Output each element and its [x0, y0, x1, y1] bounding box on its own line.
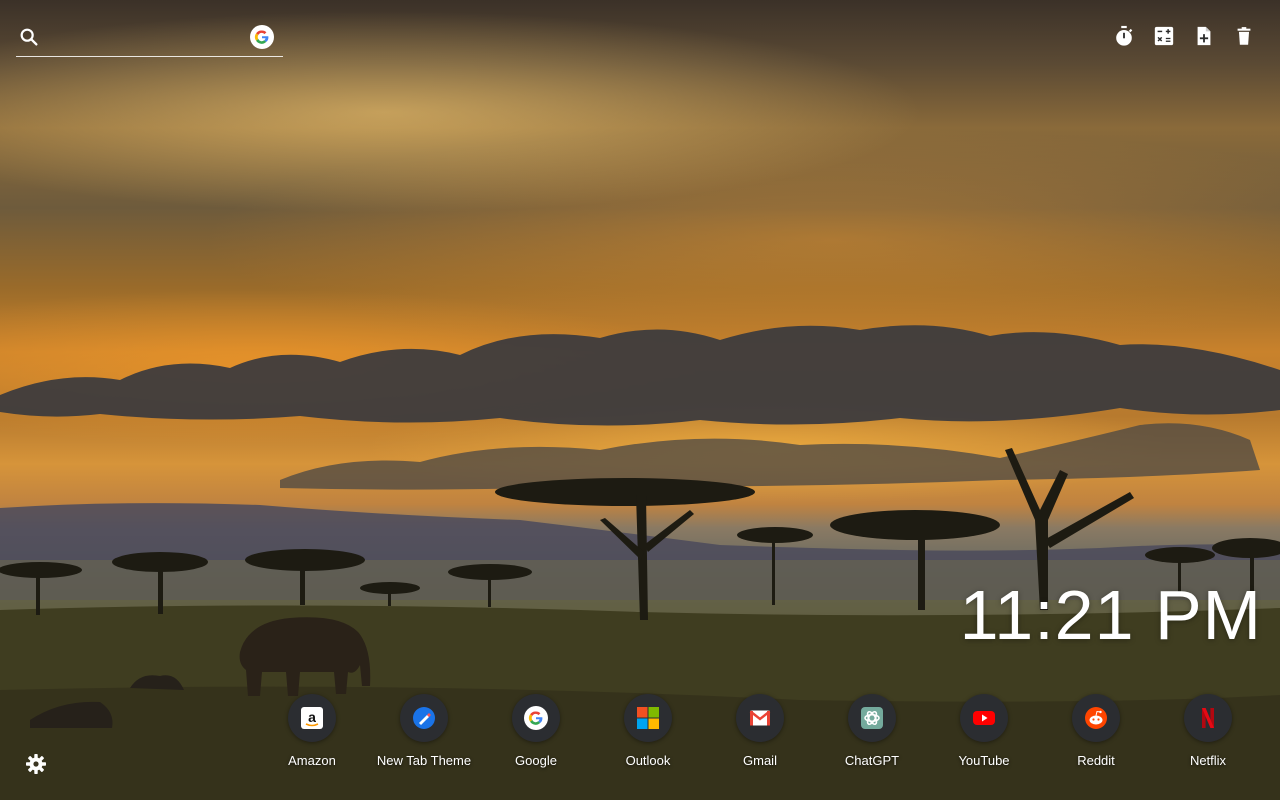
shortcut-icon-circle	[1184, 694, 1232, 742]
shortcut-gmail[interactable]: Gmail	[704, 694, 816, 768]
calculator-button[interactable]	[1152, 24, 1176, 48]
amazon-icon: a	[301, 707, 323, 729]
microsoft-icon	[637, 707, 659, 729]
shortcut-youtube[interactable]: YouTube	[928, 694, 1040, 768]
calculator-icon	[1154, 26, 1174, 46]
shortcut-label: Google	[515, 753, 557, 768]
google-g-icon[interactable]	[250, 25, 274, 49]
search-bar[interactable]	[16, 20, 283, 57]
shortcut-label: ChatGPT	[844, 753, 900, 768]
shortcut-reddit[interactable]: Reddit	[1040, 694, 1152, 768]
toolbar	[1112, 24, 1256, 48]
shortcut-label: New Tab Theme	[376, 753, 472, 768]
svg-text:a: a	[308, 709, 316, 725]
stopwatch-icon	[1116, 25, 1133, 46]
shortcut-amazon[interactable]: a Amazon	[256, 694, 368, 768]
shortcut-icon-circle	[512, 694, 560, 742]
savanna-scene	[0, 325, 1280, 800]
shortcut-label: YouTube	[958, 753, 1010, 768]
shortcuts-dock: a Amazon New Tab Theme Google Outlook Gm…	[256, 694, 1264, 768]
new-tab-theme-icon	[413, 707, 435, 729]
note-add-icon	[1197, 26, 1211, 46]
shortcut-label: Outlook	[625, 753, 671, 768]
shortcut-netflix[interactable]: Netflix	[1152, 694, 1264, 768]
reddit-icon	[1085, 707, 1107, 729]
chatgpt-icon	[861, 707, 883, 729]
shortcut-icon-circle	[960, 694, 1008, 742]
timer-button[interactable]	[1112, 24, 1136, 48]
shortcut-new-tab-theme[interactable]: New Tab Theme	[368, 694, 480, 768]
shortcut-icon-circle	[736, 694, 784, 742]
gmail-icon	[749, 710, 771, 726]
shortcut-label: Gmail	[743, 753, 777, 768]
shortcut-icon-circle: a	[288, 694, 336, 742]
shortcut-icon-circle	[400, 694, 448, 742]
netflix-icon	[1202, 708, 1214, 728]
shortcut-label: Netflix	[1189, 753, 1227, 768]
delete-button[interactable]	[1232, 24, 1256, 48]
shortcut-icon-circle	[848, 694, 896, 742]
shortcut-icon-circle	[624, 694, 672, 742]
shortcut-label: Amazon	[288, 753, 336, 768]
clock-time: 11:21 PM	[959, 576, 1262, 654]
shortcut-outlook[interactable]: Outlook	[592, 694, 704, 768]
add-note-button[interactable]	[1192, 24, 1216, 48]
shortcut-google[interactable]: Google	[480, 694, 592, 768]
trash-icon	[1237, 27, 1251, 45]
shortcut-icon-circle	[1072, 694, 1120, 742]
settings-button[interactable]	[24, 752, 48, 776]
google-icon	[524, 706, 548, 730]
wallpaper-background	[0, 0, 1280, 800]
gear-icon	[26, 754, 46, 774]
youtube-icon	[973, 711, 995, 725]
shortcut-chatgpt[interactable]: ChatGPT	[816, 694, 928, 768]
shortcut-label: Reddit	[1077, 753, 1115, 768]
search-input[interactable]	[50, 24, 244, 52]
search-icon[interactable]	[18, 26, 40, 48]
